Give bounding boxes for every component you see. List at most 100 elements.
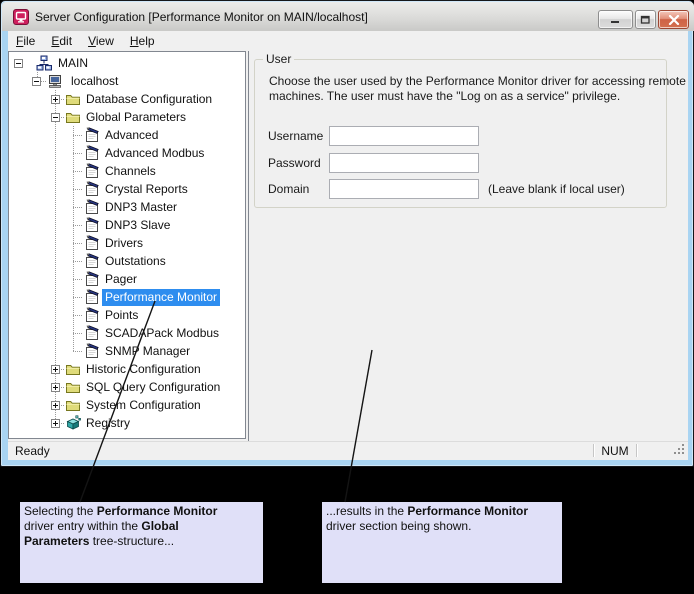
form-icon [84, 235, 100, 251]
domain-note: (Leave blank if local user) [488, 179, 625, 199]
num-lock-indicator: NUM [597, 444, 633, 458]
tree-guide-line [73, 207, 83, 208]
tree-item-performance-monitor[interactable]: Performance Monitor [102, 289, 220, 306]
folder-icon [65, 379, 81, 395]
domain-field[interactable] [329, 179, 479, 199]
tree-item-global-parameters[interactable]: Global Parameters [86, 109, 186, 126]
description-line-1: Choose the user used by the Performance … [269, 74, 686, 89]
close-button[interactable] [658, 10, 689, 29]
tree-item-sql-query-configuration[interactable]: SQL Query Configuration [86, 379, 220, 396]
form-icon [84, 271, 100, 287]
tree-item-channels[interactable]: Channels [105, 163, 156, 180]
collapse-icon[interactable] [32, 77, 41, 86]
resize-grip[interactable] [672, 442, 685, 458]
status-text: Ready [15, 444, 50, 458]
computer-icon [47, 73, 63, 89]
tree-guide-line [73, 279, 83, 280]
user-description: Choose the user used by the Performance … [269, 74, 686, 104]
menu-bar: FileEditViewHelp [8, 31, 688, 51]
tree-guide-line [73, 189, 83, 190]
form-icon [84, 325, 100, 341]
expand-icon[interactable] [51, 365, 60, 374]
tree-guide-line [73, 225, 83, 226]
callout-left: Selecting the Performance Monitordriver … [20, 502, 263, 583]
tree-item-advanced[interactable]: Advanced [105, 127, 158, 144]
main-area: MAINlocalhostDatabase ConfigurationGloba… [8, 51, 688, 441]
collapse-icon[interactable] [14, 59, 23, 68]
tree-guide-line [73, 315, 83, 316]
menu-edit[interactable]: Edit [43, 31, 80, 50]
expand-icon[interactable] [51, 419, 60, 428]
tree-item-pager[interactable]: Pager [105, 271, 137, 288]
tree-guide-line [73, 351, 83, 352]
tree-guide-line [73, 126, 74, 351]
menu-view[interactable]: View [80, 31, 122, 50]
tree-item-dnp3-master[interactable]: DNP3 Master [105, 199, 177, 216]
app-icon [13, 9, 29, 25]
tree-guide-line [73, 153, 83, 154]
status-separator [593, 444, 594, 457]
network-icon [36, 55, 52, 71]
minimize-button[interactable] [598, 10, 633, 29]
callout-text-line: Selecting the Performance Monitor [24, 504, 259, 519]
form-icon [84, 343, 100, 359]
tree-item-advanced-modbus[interactable]: Advanced Modbus [105, 145, 204, 162]
form-icon [84, 307, 100, 323]
folder-icon [65, 91, 81, 107]
tree-guide-line [73, 243, 83, 244]
tree-item-scadapack-modbus[interactable]: SCADAPack Modbus [105, 325, 219, 342]
folder-icon [65, 361, 81, 377]
registry-icon [65, 415, 81, 431]
domain-label: Domain [268, 179, 309, 199]
tree-guide-line [73, 333, 83, 334]
tree-item-crystal-reports[interactable]: Crystal Reports [105, 181, 188, 198]
maximize-button[interactable] [635, 10, 656, 29]
form-icon [84, 253, 100, 269]
collapse-icon[interactable] [51, 113, 60, 122]
form-icon [84, 217, 100, 233]
tree-item-points[interactable]: Points [105, 307, 138, 324]
callout-text-line: driver section being shown. [326, 519, 558, 534]
callout-text-line: driver entry within the Global [24, 519, 259, 534]
callout-text-line: Parameters tree-structure... [24, 534, 259, 549]
expand-icon[interactable] [51, 383, 60, 392]
form-icon [84, 163, 100, 179]
tree-guide-line [73, 261, 83, 262]
form-icon [84, 145, 100, 161]
form-icon [84, 199, 100, 215]
tree-guide-line [73, 171, 83, 172]
folder-icon [65, 397, 81, 413]
tree-item-historic-configuration[interactable]: Historic Configuration [86, 361, 201, 378]
folder-icon [65, 109, 81, 125]
form-icon [84, 289, 100, 305]
settings-panel: User Choose the user used by the Perform… [248, 51, 688, 441]
username-label: Username [268, 126, 323, 146]
menu-file[interactable]: File [8, 31, 43, 50]
expand-icon[interactable] [51, 95, 60, 104]
tree-item-dnp3-slave[interactable]: DNP3 Slave [105, 217, 170, 234]
status-separator [636, 444, 637, 457]
password-field[interactable] [329, 153, 479, 173]
groupbox-title: User [263, 52, 294, 66]
tree-item-database-configuration[interactable]: Database Configuration [86, 91, 212, 108]
expand-icon[interactable] [51, 401, 60, 410]
form-icon [84, 127, 100, 143]
password-label: Password [268, 153, 321, 173]
tree-item-system-configuration[interactable]: System Configuration [86, 397, 201, 414]
tree-item-snmp-manager[interactable]: SNMP Manager [105, 343, 190, 360]
tree-item-outstations[interactable]: Outstations [105, 253, 166, 270]
window-title: Server Configuration [Performance Monito… [35, 10, 368, 24]
title-bar[interactable]: Server Configuration [Performance Monito… [2, 2, 694, 31]
menu-help[interactable]: Help [122, 31, 163, 50]
tree-item-localhost[interactable]: localhost [71, 73, 118, 90]
tree-item-main[interactable]: MAIN [58, 55, 88, 72]
config-tree: MAINlocalhostDatabase ConfigurationGloba… [8, 51, 246, 439]
tree-item-drivers[interactable]: Drivers [105, 235, 143, 252]
username-field[interactable] [329, 126, 479, 146]
description-line-2: machines. The user must have the "Log on… [269, 89, 686, 104]
callout-text-line: ...results in the Performance Monitor [326, 504, 558, 519]
app-window: Server Configuration [Performance Monito… [0, 0, 694, 467]
client-area: FileEditViewHelp MAINlocalhostDatabase C… [8, 31, 688, 460]
tree-item-registry[interactable]: Registry [86, 415, 130, 432]
callout-right: ...results in the Performance Monitordri… [322, 502, 562, 583]
